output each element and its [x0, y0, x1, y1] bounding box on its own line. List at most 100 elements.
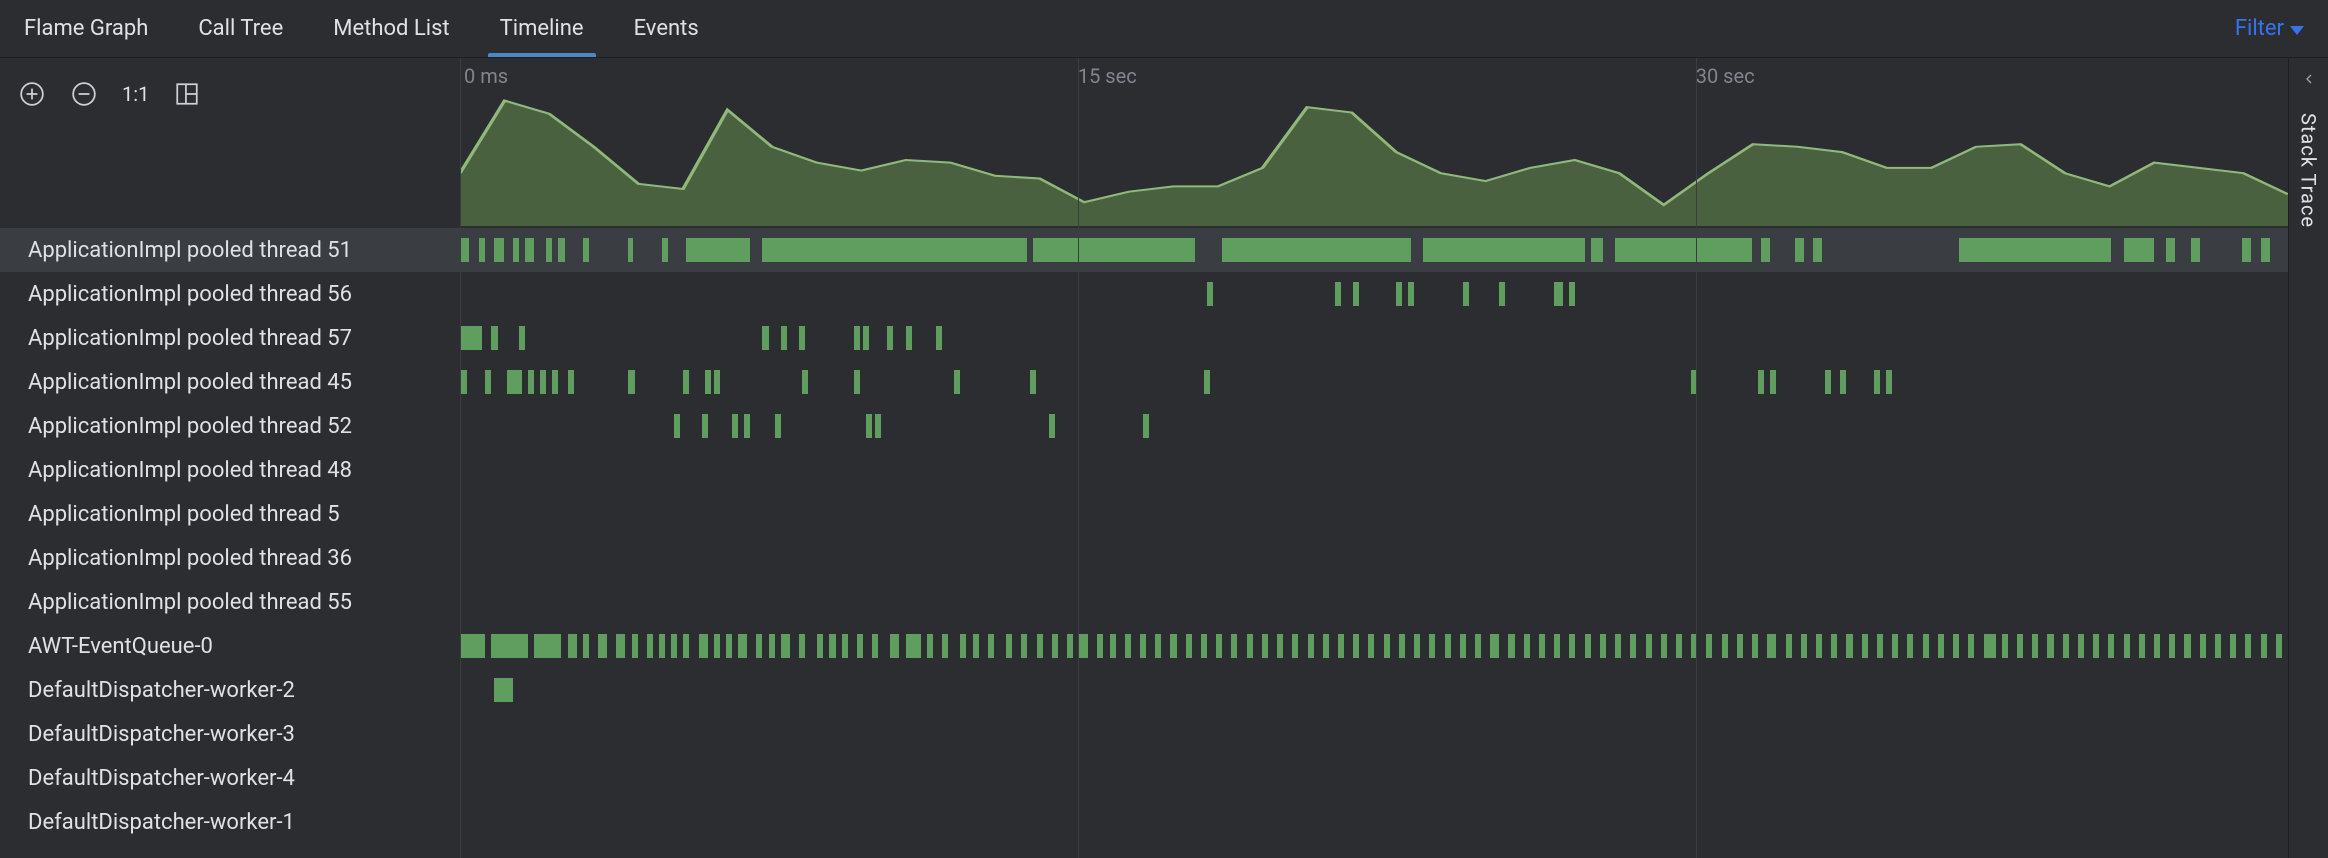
activity-segment[interactable] [1125, 634, 1131, 658]
thread-row[interactable]: ApplicationImpl pooled thread 55 [0, 580, 2288, 624]
activity-segment[interactable] [1539, 634, 1545, 658]
activity-segment[interactable] [1786, 634, 1792, 658]
activity-segment[interactable] [461, 238, 469, 262]
activity-segment[interactable] [671, 634, 677, 658]
activity-segment[interactable] [1445, 634, 1451, 658]
activity-segment[interactable] [1170, 634, 1176, 658]
activity-segment[interactable] [2242, 238, 2251, 262]
activity-segment[interactable] [461, 370, 467, 394]
activity-segment[interactable] [2230, 634, 2236, 658]
activity-segment[interactable] [583, 238, 589, 262]
stack-trace-label[interactable]: Stack Trace [2297, 113, 2321, 228]
activity-segment[interactable] [799, 634, 805, 658]
activity-segment[interactable] [1877, 634, 1883, 658]
thread-lane[interactable] [460, 668, 2288, 712]
zoom-reset-button[interactable]: 1:1 [122, 82, 149, 106]
activity-segment[interactable] [2047, 634, 2053, 658]
activity-segment[interactable] [540, 370, 546, 394]
thread-row[interactable]: DefaultDispatcher-worker-1 [0, 800, 2288, 844]
activity-segment[interactable] [1247, 634, 1253, 658]
activity-segment[interactable] [732, 414, 738, 438]
activity-segment[interactable] [1408, 282, 1414, 306]
activity-segment[interactable] [1399, 634, 1405, 658]
activity-segment[interactable] [1323, 634, 1329, 658]
thread-row[interactable]: AWT-EventQueue-0 [0, 624, 2288, 668]
activity-segment[interactable] [519, 326, 525, 350]
thread-row[interactable]: ApplicationImpl pooled thread 36 [0, 536, 2288, 580]
activity-segment[interactable] [960, 634, 966, 658]
thread-lane[interactable] [460, 316, 2288, 360]
activity-segment[interactable] [647, 634, 653, 658]
activity-segment[interactable] [1886, 370, 1892, 394]
activity-segment[interactable] [756, 634, 762, 658]
activity-segment[interactable] [854, 326, 860, 350]
activity-segment[interactable] [1262, 634, 1268, 658]
activity-segment[interactable] [568, 634, 577, 658]
activity-segment[interactable] [775, 414, 781, 438]
activity-segment[interactable] [2002, 634, 2008, 658]
activity-segment[interactable] [2184, 634, 2190, 658]
activity-segment[interactable] [887, 326, 893, 350]
activity-segment[interactable] [1353, 634, 1359, 658]
activity-segment[interactable] [1079, 634, 1088, 658]
activity-segment[interactable] [546, 238, 552, 262]
activity-segment[interactable] [1140, 634, 1146, 658]
activity-segment[interactable] [1222, 238, 1411, 262]
activity-segment[interactable] [2154, 634, 2160, 658]
activity-segment[interactable] [683, 370, 689, 394]
thread-row[interactable]: ApplicationImpl pooled thread 57 [0, 316, 2288, 360]
activity-segment[interactable] [714, 634, 720, 658]
activity-segment[interactable] [1770, 370, 1776, 394]
activity-segment[interactable] [479, 238, 485, 262]
activity-segment[interactable] [702, 414, 708, 438]
activity-segment[interactable] [906, 634, 921, 658]
activity-segment[interactable] [744, 414, 750, 438]
activity-segment[interactable] [2139, 634, 2145, 658]
activity-segment[interactable] [1052, 634, 1058, 658]
activity-segment[interactable] [1204, 370, 1210, 394]
activity-segment[interactable] [632, 634, 638, 658]
activity-segment[interactable] [1907, 634, 1913, 658]
activity-segment[interactable] [769, 634, 775, 658]
thread-lane[interactable] [460, 272, 2288, 316]
activity-segment[interactable] [1630, 634, 1636, 658]
activity-segment[interactable] [1691, 370, 1697, 394]
tab-flame-graph[interactable]: Flame Graph [24, 0, 148, 57]
activity-segment[interactable] [1030, 370, 1036, 394]
activity-segment[interactable] [552, 370, 558, 394]
activity-segment[interactable] [927, 634, 933, 658]
activity-segment[interactable] [1676, 634, 1682, 658]
activity-segment[interactable] [1216, 634, 1222, 658]
thread-row[interactable]: ApplicationImpl pooled thread 5 [0, 492, 2288, 536]
activity-segment[interactable] [2108, 634, 2114, 658]
activity-segment[interactable] [1368, 634, 1374, 658]
thread-lane[interactable] [460, 492, 2288, 536]
activity-segment[interactable] [1615, 634, 1621, 658]
thread-lane[interactable] [460, 580, 2288, 624]
activity-segment[interactable] [1338, 634, 1344, 658]
activity-segment[interactable] [875, 414, 881, 438]
activity-segment[interactable] [2124, 634, 2130, 658]
activity-segment[interactable] [973, 634, 979, 658]
activity-segment[interactable] [507, 370, 522, 394]
activity-segment[interactable] [2032, 634, 2038, 658]
activity-segment[interactable] [1021, 634, 1027, 658]
activity-segment[interactable] [1722, 634, 1728, 658]
activity-segment[interactable] [1384, 634, 1390, 658]
activity-segment[interactable] [1508, 634, 1514, 658]
zoom-out-button[interactable] [70, 80, 98, 108]
activity-segment[interactable] [854, 370, 860, 394]
activity-segment[interactable] [1862, 634, 1868, 658]
activity-segment[interactable] [705, 370, 711, 394]
activity-segment[interactable] [1737, 634, 1743, 658]
activity-segment[interactable] [1207, 282, 1213, 306]
activity-segment[interactable] [872, 634, 878, 658]
activity-segment[interactable] [1831, 634, 1837, 658]
activity-segment[interactable] [2200, 634, 2206, 658]
activity-segment[interactable] [1460, 634, 1466, 658]
activity-segment[interactable] [2261, 238, 2270, 262]
activity-segment[interactable] [1874, 370, 1880, 394]
activity-segment[interactable] [491, 326, 497, 350]
activity-segment[interactable] [2124, 238, 2154, 262]
thread-lane[interactable] [460, 800, 2288, 844]
